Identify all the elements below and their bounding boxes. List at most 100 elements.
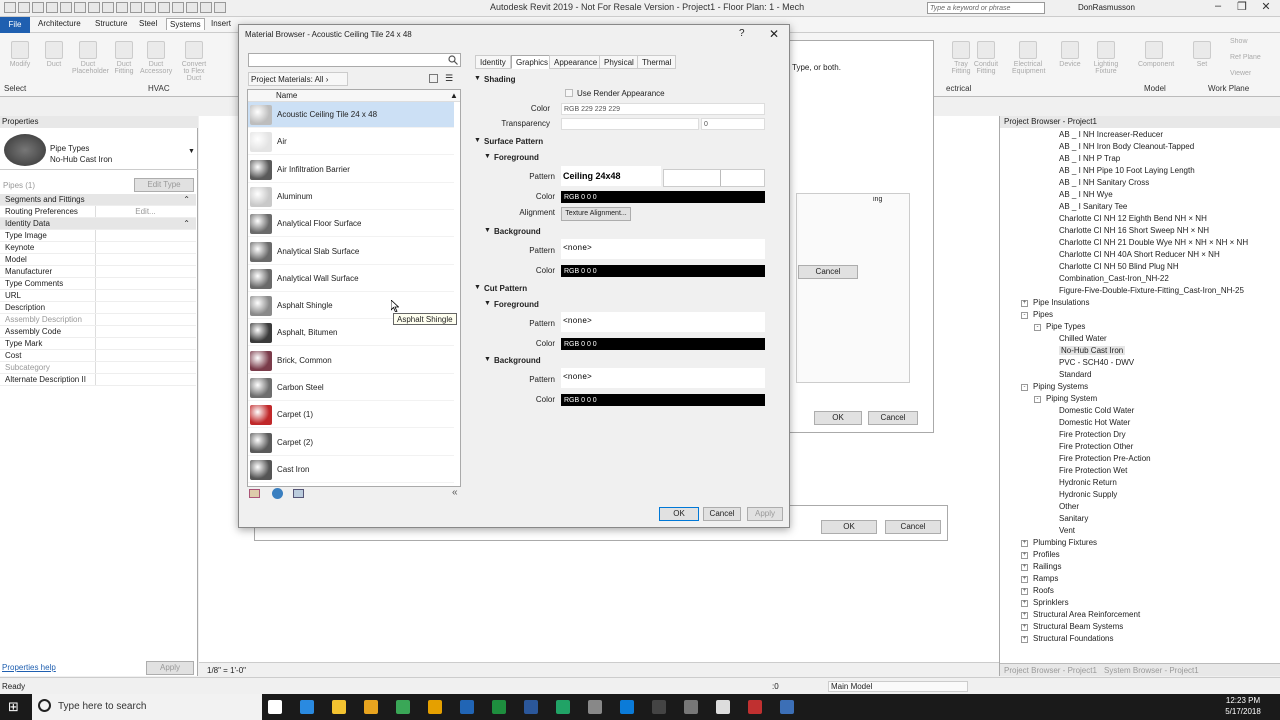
browser-item[interactable]: Fire Protection Wet [1059,466,1127,475]
revit-icon[interactable] [780,700,794,714]
property-value[interactable] [95,266,195,277]
conduit-fitting-button[interactable]: Conduit Fitting [970,41,1002,75]
browser-item[interactable]: Pipes [1033,310,1053,319]
outlook-icon[interactable] [460,700,474,714]
collapse-cut-background-icon[interactable]: ▼ [484,356,491,363]
cut-fg-color-field[interactable]: RGB 0 0 0 [561,338,765,350]
expand-icon[interactable]: + [1021,300,1028,307]
chrome-icon[interactable] [396,700,410,714]
surface-bg-pattern-field[interactable]: <none> [561,239,765,259]
browser-item[interactable]: AB _ I NH Wye [1059,190,1113,199]
tab-identity[interactable]: Identity [475,55,511,69]
browser-item[interactable]: Railings [1033,562,1061,571]
browser-item[interactable]: AB _ I Sanitary Tee [1059,202,1127,211]
browser-item[interactable]: Profiles [1033,550,1060,559]
browser-item[interactable]: AB _ I NH Increaser-Reducer [1059,130,1163,139]
tab-physical[interactable]: Physical [599,55,639,69]
back-cancel2-button[interactable]: Cancel [868,411,918,425]
settings-icon[interactable] [684,700,698,714]
property-row[interactable]: Assembly Description [0,314,196,326]
duct-fitting-button[interactable]: Duct Fitting [108,41,140,75]
tab-appearance[interactable]: Appearance [549,55,603,69]
property-row[interactable]: Model [0,254,196,266]
task-view-icon[interactable] [268,700,282,714]
property-value[interactable] [95,278,195,289]
duct-accessory-button[interactable]: Duct Accessory [140,41,172,75]
material-row[interactable]: Brick, Common [248,348,454,374]
cancel-button[interactable]: Cancel [703,507,741,521]
property-row[interactable]: Assembly Code [0,326,196,338]
teams-icon[interactable] [620,700,634,714]
property-value[interactable] [95,326,195,337]
browser-item[interactable]: Structural Area Reinforcement [1033,610,1140,619]
collapse-surface-background-icon[interactable]: ▼ [484,227,491,234]
surface-fg-pattern-field[interactable]: Ceiling 24x48 [561,166,661,186]
help-icon[interactable]: ? [739,28,745,39]
property-row[interactable]: Cost [0,350,196,362]
transparency-slider[interactable] [561,118,699,130]
select-panel-label[interactable]: Select [4,84,26,93]
property-value[interactable] [95,338,195,349]
type-selector[interactable]: Pipe Types No-Hub Cast Iron ▼ [0,130,198,170]
device-button[interactable]: Device [1054,41,1086,68]
expand-icon[interactable]: + [1021,540,1028,547]
tab-graphics[interactable]: Graphics [511,55,554,69]
material-row[interactable]: Acoustic Ceiling Tile 24 x 48 [248,102,454,128]
browser-item[interactable]: Fire Protection Other [1059,442,1133,451]
asset-browser-icon[interactable] [272,488,283,499]
browser-item[interactable]: Fire Protection Pre-Action [1059,454,1151,463]
browser-item[interactable]: Domestic Cold Water [1059,406,1134,415]
property-row[interactable]: Keynote [0,242,196,254]
property-value[interactable] [95,290,195,301]
property-value[interactable] [95,374,195,385]
browser-item[interactable]: Pipe Types [1046,322,1085,331]
browser-item[interactable]: Charlotte CI NH 50 Blind Plug NH [1059,262,1179,271]
property-row[interactable]: URL [0,290,196,302]
property-section[interactable]: Identity Data ⌃ [0,218,196,230]
material-row[interactable]: Analytical Slab Surface [248,239,454,265]
browser-item[interactable]: Structural Beam Systems [1033,622,1123,631]
property-row[interactable]: Subcategory [0,362,196,374]
tab-system-browser[interactable]: System Browser - Project1 [1104,666,1199,675]
apply-button[interactable]: Apply [146,661,194,675]
browser-item[interactable]: Piping System [1046,394,1097,403]
snipping-icon[interactable] [716,700,730,714]
duct-button[interactable]: Duct [38,41,70,68]
ok-button[interactable]: OK [659,507,699,521]
material-row[interactable]: Carbon Steel [248,375,454,401]
modify-button[interactable]: Modify [4,41,36,68]
browser-item[interactable]: AB _ I NH Pipe 10 Foot Laying Length [1059,166,1195,175]
expand-icon[interactable]: + [1021,552,1028,559]
chevron-down-icon[interactable]: ▼ [188,148,195,155]
property-value[interactable] [95,350,195,361]
cut-bg-color-field[interactable]: RGB 0 0 0 [561,394,765,406]
lighting-fixture-button[interactable]: Lighting Fixture [1090,41,1122,75]
collapse-surface-foreground-icon[interactable]: ▼ [484,153,491,160]
close-icon[interactable]: ✕ [1254,0,1278,16]
apply-button[interactable]: Apply [747,507,783,521]
acrobat-icon[interactable] [748,700,762,714]
expand-icon[interactable]: + [1021,564,1028,571]
edit-type-button[interactable]: Edit Type [134,178,194,192]
collapse-icon[interactable]: - [1034,396,1041,403]
surface-bg-color-field[interactable]: RGB 0 0 0 [561,265,765,277]
browser-item[interactable]: Structural Foundations [1033,634,1114,643]
browser-item[interactable]: AB _ I NH Sanitary Cross [1059,178,1149,187]
file-explorer-icon[interactable] [332,700,346,714]
quick-access-toolbar[interactable] [4,2,264,14]
taskbar-search[interactable]: Type here to search [32,694,262,720]
windows-start-icon[interactable]: ⊞ [8,700,22,714]
instance-filter[interactable]: Pipes (1) [3,181,35,190]
column-header-name[interactable]: Name ▲ [248,90,460,102]
browser-item[interactable]: AB _ I NH Iron Body Cleanout-Tapped [1059,142,1194,151]
collapse-surface-pattern-icon[interactable]: ▼ [474,137,481,144]
tab-structure[interactable]: Structure [95,19,127,28]
calculator-icon[interactable] [652,700,666,714]
browser-item[interactable]: Charlotte CI NH 16 Short Sweep NH × NH [1059,226,1209,235]
expand-icon[interactable]: + [1021,612,1028,619]
view-scale[interactable]: 1/8" = 1'-0" [207,666,246,675]
duct-placeholder-button[interactable]: Duct Placeholder [72,41,109,75]
collapse-icon[interactable]: ⌃ [183,194,190,206]
list-view-icon[interactable]: ☰ [445,73,453,84]
expand-icon[interactable]: + [1021,636,1028,643]
